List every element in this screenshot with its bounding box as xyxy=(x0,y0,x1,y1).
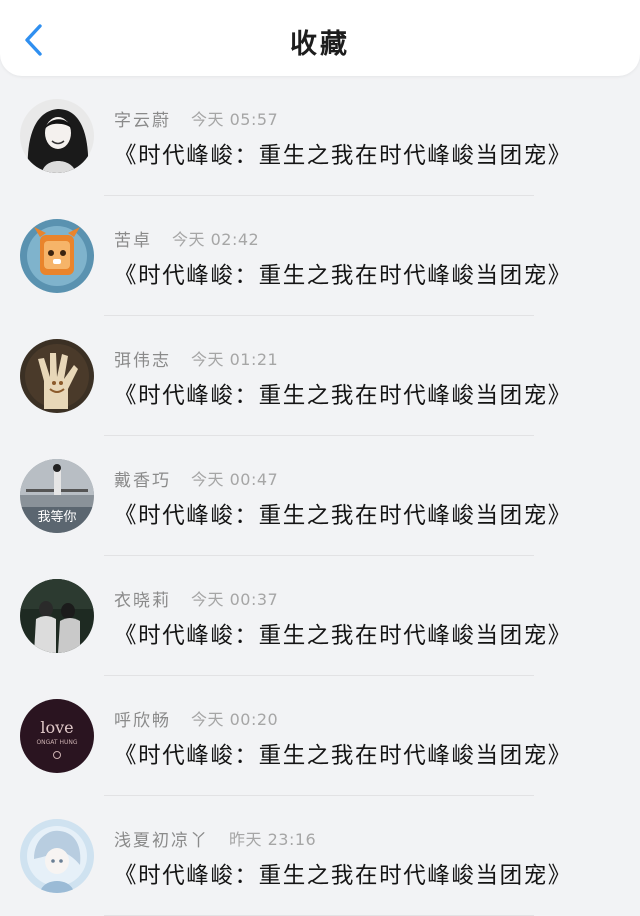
avatar[interactable] xyxy=(20,819,94,893)
timestamp: 今天 05:57 xyxy=(191,110,279,129)
list-item[interactable]: 苦卓 今天 02:42 《时代峰峻：重生之我在时代峰峻当团宠》 xyxy=(0,196,640,316)
user-name: 弭伟志 xyxy=(114,350,171,371)
timestamp: 昨天 23:16 xyxy=(229,830,317,849)
book-title[interactable]: 《时代峰峻：重生之我在时代峰峻当团宠》 xyxy=(114,138,572,170)
avatar[interactable] xyxy=(20,99,94,173)
user-name: 呼欣畅 xyxy=(114,710,171,731)
page-title: 收藏 xyxy=(290,28,350,60)
book-title[interactable]: 《时代峰峻：重生之我在时代峰峻当团宠》 xyxy=(114,618,572,650)
book-title[interactable]: 《时代峰峻：重生之我在时代峰峻当团宠》 xyxy=(114,378,572,410)
timestamp: 今天 00:47 xyxy=(191,470,279,489)
book-title[interactable]: 《时代峰峻：重生之我在时代峰峻当团宠》 xyxy=(114,258,572,290)
user-name: 苦卓 xyxy=(114,230,152,251)
user-name: 衣晓莉 xyxy=(114,590,171,611)
timestamp: 今天 02:42 xyxy=(172,230,260,249)
user-name: 字云蔚 xyxy=(114,110,171,131)
avatar[interactable] xyxy=(20,219,94,293)
avatar[interactable] xyxy=(20,339,94,413)
user-name: 戴香巧 xyxy=(114,470,171,491)
list-item[interactable]: 浅夏初凉丫 昨天 23:16 《时代峰峻：重生之我在时代峰峻当团宠》 xyxy=(0,796,640,916)
avatar[interactable] xyxy=(20,579,94,653)
list-item[interactable]: 字云蔚 今天 05:57 《时代峰峻：重生之我在时代峰峻当团宠》 xyxy=(0,76,640,196)
avatar-caption: 我等你 xyxy=(37,509,76,525)
timestamp: 今天 00:20 xyxy=(191,710,279,729)
list-item[interactable]: 我等你 戴香巧 今天 00:47 《时代峰峻：重生之我在时代峰峻当团宠》 xyxy=(0,436,640,556)
list-item[interactable]: 弭伟志 今天 01:21 《时代峰峻：重生之我在时代峰峻当团宠》 xyxy=(0,316,640,436)
avatar[interactable]: 我等你 xyxy=(20,459,94,533)
avatar-caption: love xyxy=(40,718,73,737)
timestamp: 今天 00:37 xyxy=(191,590,279,609)
timestamp: 今天 01:21 xyxy=(191,350,279,369)
list-item[interactable]: 衣晓莉 今天 00:37 《时代峰峻：重生之我在时代峰峻当团宠》 xyxy=(0,556,640,676)
book-title[interactable]: 《时代峰峻：重生之我在时代峰峻当团宠》 xyxy=(114,498,572,530)
book-title[interactable]: 《时代峰峻：重生之我在时代峰峻当团宠》 xyxy=(114,858,572,890)
top-bar: 收藏 xyxy=(0,0,640,76)
favorites-list: 字云蔚 今天 05:57 《时代峰峻：重生之我在时代峰峻当团宠》 苦卓 今天 0… xyxy=(0,76,640,916)
book-title[interactable]: 《时代峰峻：重生之我在时代峰峻当团宠》 xyxy=(114,738,572,770)
avatar-subcaption: ONGAT HUNG xyxy=(36,739,77,746)
user-name: 浅夏初凉丫 xyxy=(114,830,209,851)
list-item[interactable]: love ONGAT HUNG 呼欣畅 今天 00:20 《时代峰峻：重生之我在… xyxy=(0,676,640,796)
avatar[interactable]: love ONGAT HUNG xyxy=(20,699,94,773)
